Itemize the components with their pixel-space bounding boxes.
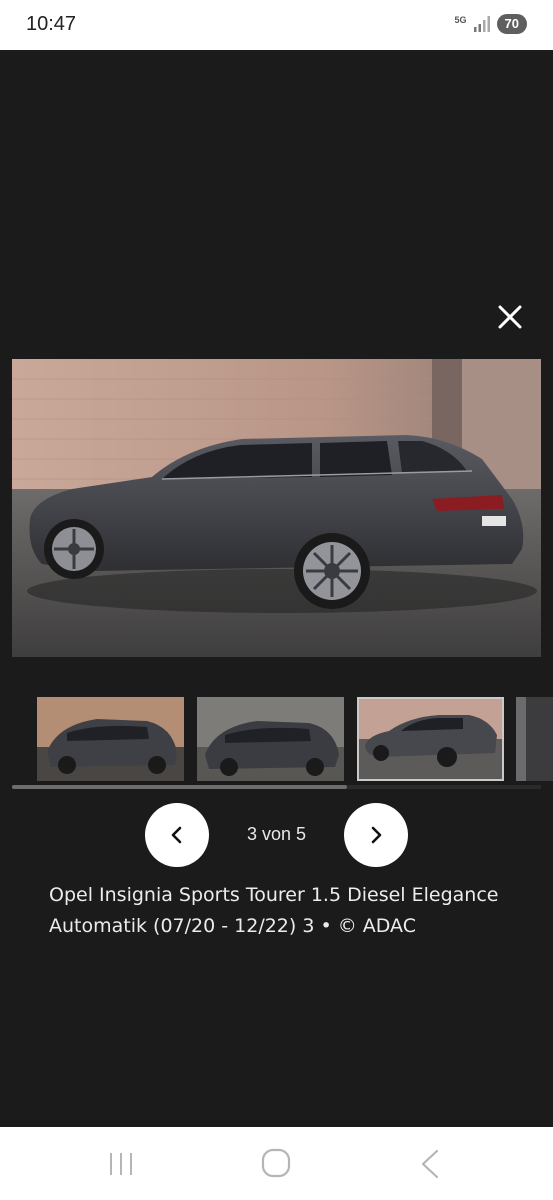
status-icons: 5G 70 — [455, 14, 527, 34]
close-icon — [498, 305, 522, 329]
thumbnail-4[interactable] — [516, 697, 553, 781]
next-button[interactable] — [344, 803, 408, 867]
recents-button[interactable] — [101, 1147, 141, 1181]
status-time: 10:47 — [26, 13, 77, 35]
home-button[interactable] — [256, 1147, 296, 1181]
thumbnail-3[interactable] — [357, 697, 504, 781]
back-button[interactable] — [411, 1147, 451, 1181]
battery-level: 70 — [496, 14, 527, 34]
close-button[interactable] — [494, 301, 526, 333]
car-photo — [12, 359, 541, 657]
image-caption: Opel Insignia Sports Tourer 1.5 Diesel E… — [49, 884, 499, 937]
chevron-right-icon — [371, 826, 382, 844]
home-icon — [261, 1148, 291, 1178]
previous-button[interactable] — [145, 803, 209, 867]
thumbnail-1-image — [37, 697, 184, 781]
thumbnail-2[interactable] — [197, 697, 344, 781]
back-icon — [421, 1149, 439, 1179]
main-photo[interactable] — [12, 359, 541, 657]
signal-icon — [473, 16, 490, 32]
thumbnail-1[interactable] — [37, 697, 184, 781]
thumbnail-3-image — [359, 699, 502, 779]
thumbnail-scrollbar[interactable] — [12, 785, 347, 789]
network-type: 5G — [454, 14, 467, 25]
system-nav-bar — [0, 1127, 553, 1200]
recents-icon — [110, 1153, 132, 1175]
thumbnail-strip[interactable] — [12, 697, 553, 783]
thumbnail-2-image — [197, 697, 344, 781]
chevron-left-icon — [171, 826, 182, 844]
status-bar: 10:47 5G 70 — [0, 0, 553, 50]
thumbnail-4-image — [516, 697, 553, 781]
page-counter: 3 von 5 — [246, 824, 307, 844]
